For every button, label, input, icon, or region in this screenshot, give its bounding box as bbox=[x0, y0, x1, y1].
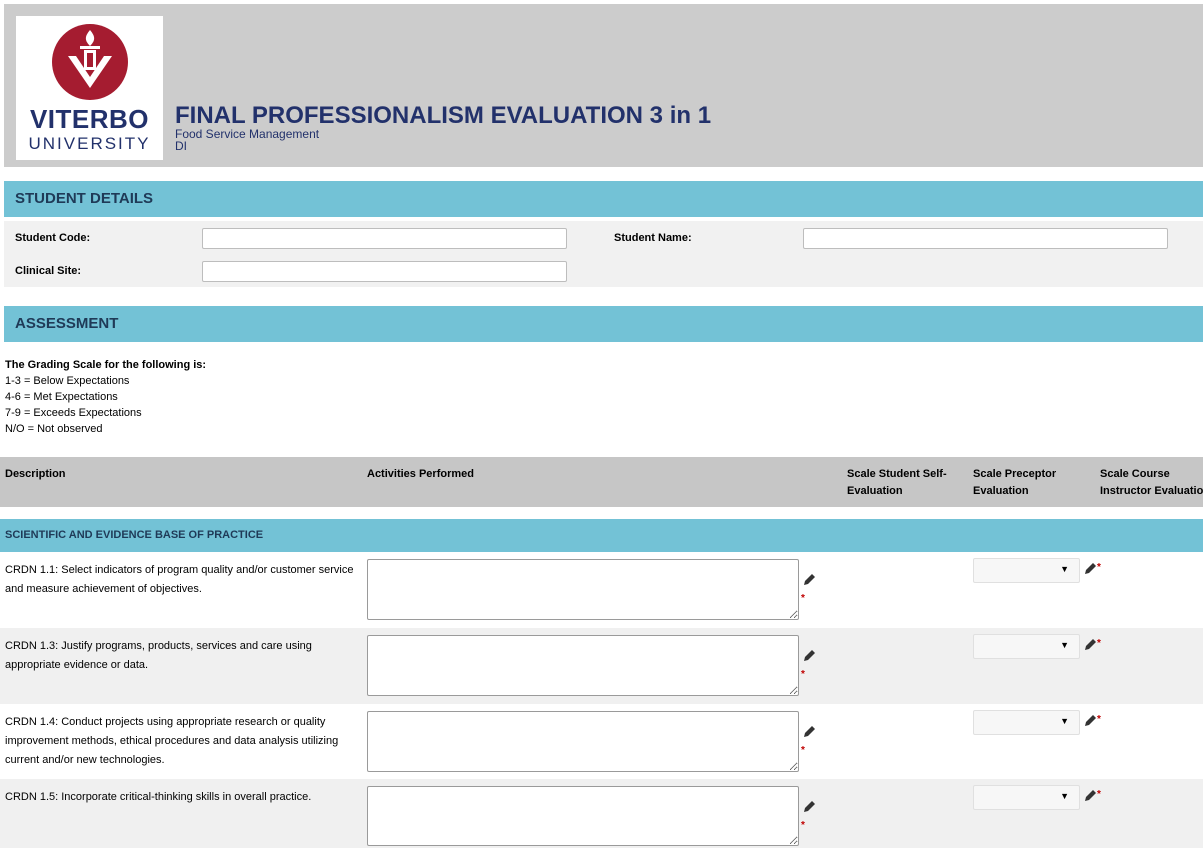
activity-textarea[interactable] bbox=[367, 635, 799, 696]
student-details-panel: Student Code: Student Name: Clinical Sit… bbox=[4, 221, 1203, 287]
activity-textarea[interactable] bbox=[367, 786, 799, 846]
pencil-icon[interactable] bbox=[1084, 562, 1097, 575]
row-description: CRDN 1.1: Select indicators of program q… bbox=[5, 564, 354, 595]
program-code: DI bbox=[175, 139, 187, 153]
dropdown-arrow-icon: ▼ bbox=[1060, 716, 1069, 726]
table-row: CRDN 1.3: Justify programs, products, se… bbox=[0, 628, 1203, 704]
page-subtitle: Food Service Management DI bbox=[175, 128, 319, 152]
required-marker: * bbox=[801, 593, 805, 604]
section-title: ASSESSMENT bbox=[15, 315, 119, 332]
pencil-icon[interactable] bbox=[803, 725, 816, 738]
student-name-input[interactable] bbox=[803, 228, 1168, 249]
assessment-header: ASSESSMENT bbox=[4, 306, 1203, 342]
student-code-label: Student Code: bbox=[15, 232, 91, 244]
col-preceptor-line2: Evaluation bbox=[973, 485, 1029, 497]
pencil-icon[interactable] bbox=[1084, 789, 1097, 802]
student-details-header: STUDENT DETAILS bbox=[4, 181, 1203, 217]
grading-scale-line: N/O = Not observed bbox=[5, 423, 103, 435]
col-instructor-line1: Scale Course bbox=[1100, 468, 1170, 480]
logo-wordmark: VITERBO bbox=[29, 104, 150, 134]
row-description: CRDN 1.5: Incorporate critical-thinking … bbox=[5, 791, 312, 803]
required-marker: * bbox=[801, 745, 805, 756]
col-preceptor-evaluation: Scale Preceptor Evaluation bbox=[973, 466, 1056, 500]
table-row: CRDN 1.1: Select indicators of program q… bbox=[0, 552, 1203, 628]
col-activities: Activities Performed bbox=[367, 468, 474, 480]
required-marker: * bbox=[1097, 714, 1101, 725]
required-marker: * bbox=[1097, 638, 1101, 649]
category-title: SCIENTIFIC AND EVIDENCE BASE OF PRACTICE bbox=[5, 529, 264, 541]
clinical-site-input[interactable] bbox=[202, 261, 567, 282]
pencil-icon[interactable] bbox=[803, 800, 816, 813]
col-self-evaluation-line2: Evaluation bbox=[847, 485, 903, 497]
university-logo: VITERBO UNIVERSITY bbox=[16, 16, 163, 160]
table-header: Description Activities Performed Scale S… bbox=[0, 457, 1203, 507]
pencil-icon[interactable] bbox=[803, 649, 816, 662]
required-marker: * bbox=[801, 669, 805, 680]
col-instructor-evaluation: Scale Course Instructor Evaluation bbox=[1100, 466, 1203, 500]
col-self-evaluation: Scale Student Self- Evaluation bbox=[847, 466, 947, 500]
clinical-site-label: Clinical Site: bbox=[15, 265, 82, 277]
pencil-icon[interactable] bbox=[1084, 638, 1097, 651]
logo-subtext: UNIVERSITY bbox=[28, 134, 151, 153]
preceptor-score-select[interactable]: ▼ bbox=[973, 710, 1080, 735]
viterbo-shield-icon bbox=[52, 24, 128, 100]
pencil-icon[interactable] bbox=[803, 573, 816, 586]
pencil-icon[interactable] bbox=[1084, 714, 1097, 727]
col-instructor-line2: Instructor Evaluation bbox=[1100, 485, 1203, 497]
row-description: CRDN 1.4: Conduct projects using appropr… bbox=[5, 716, 339, 766]
table-row: CRDN 1.4: Conduct projects using appropr… bbox=[0, 704, 1203, 780]
grading-scale-line: 1-3 = Below Expectations bbox=[5, 375, 130, 387]
grading-scale-heading: The Grading Scale for the following is: bbox=[5, 359, 207, 371]
dropdown-arrow-icon: ▼ bbox=[1060, 791, 1069, 801]
category-header: SCIENTIFIC AND EVIDENCE BASE OF PRACTICE bbox=[0, 519, 1203, 552]
row-description: CRDN 1.3: Justify programs, products, se… bbox=[5, 640, 312, 671]
preceptor-score-select[interactable]: ▼ bbox=[973, 634, 1080, 659]
col-self-evaluation-line1: Scale Student Self- bbox=[847, 468, 947, 480]
grading-scale-line: 4-6 = Met Expectations bbox=[5, 391, 118, 403]
preceptor-score-select[interactable]: ▼ bbox=[973, 558, 1080, 583]
required-marker: * bbox=[1097, 789, 1101, 800]
student-code-input[interactable] bbox=[202, 228, 567, 249]
course-name: Food Service Management bbox=[175, 127, 320, 141]
page-header: VITERBO UNIVERSITY FINAL PROFESSIONALISM… bbox=[4, 4, 1203, 167]
section-title: STUDENT DETAILS bbox=[15, 190, 154, 207]
dropdown-arrow-icon: ▼ bbox=[1060, 640, 1069, 650]
page-title: FINAL PROFESSIONALISM EVALUATION 3 in 1 bbox=[175, 102, 712, 129]
table-row: CRDN 1.5: Incorporate critical-thinking … bbox=[0, 779, 1203, 848]
activity-textarea[interactable] bbox=[367, 711, 799, 772]
grading-scale: The Grading Scale for the following is: … bbox=[5, 357, 206, 437]
required-marker: * bbox=[1097, 562, 1101, 573]
col-description: Description bbox=[5, 468, 66, 480]
preceptor-score-select[interactable]: ▼ bbox=[973, 785, 1080, 810]
required-marker: * bbox=[801, 820, 805, 831]
grading-scale-line: 7-9 = Exceeds Expectations bbox=[5, 407, 142, 419]
dropdown-arrow-icon: ▼ bbox=[1060, 564, 1069, 574]
activity-textarea[interactable] bbox=[367, 559, 799, 620]
student-name-label: Student Name: bbox=[614, 232, 692, 244]
col-preceptor-line1: Scale Preceptor bbox=[973, 468, 1057, 480]
